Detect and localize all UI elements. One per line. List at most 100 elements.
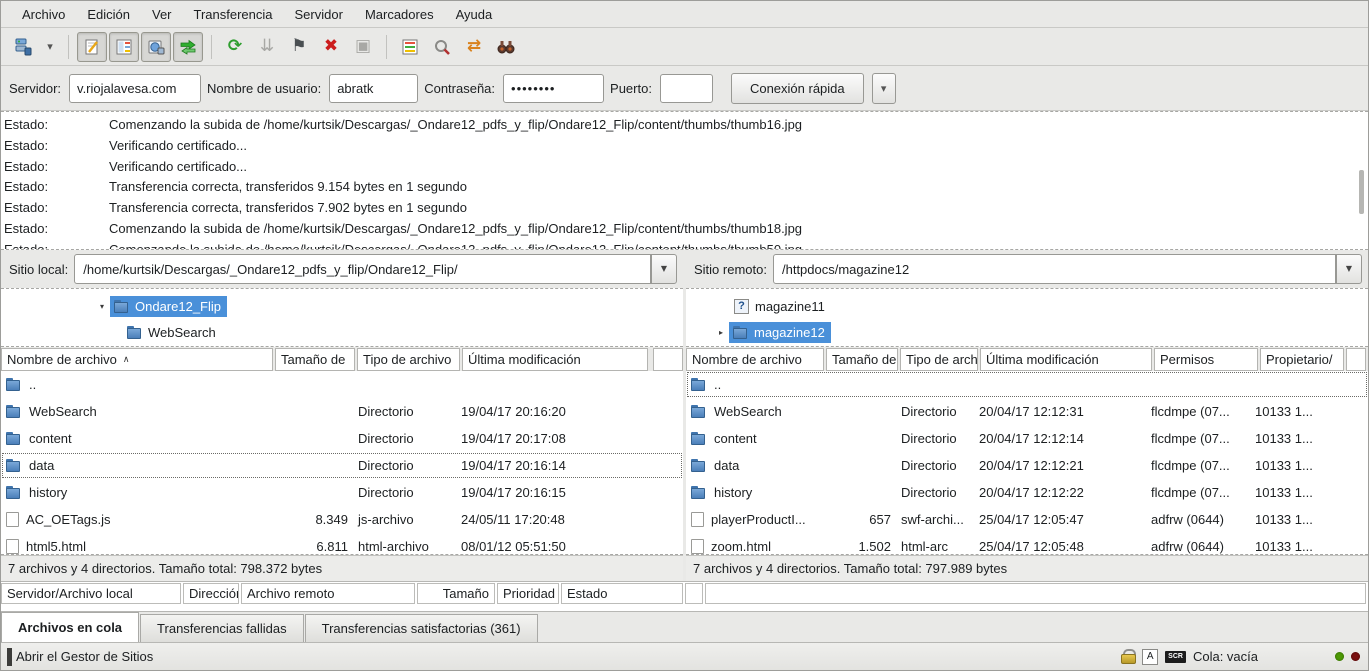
file-owner: 10133 1... (1250, 404, 1334, 419)
log-type: Estado: (1, 157, 109, 178)
column-header-size[interactable]: Tamaño de (275, 348, 355, 371)
remote-file-list[interactable]: .. WebSearch Directorio 20/04/17 12:12:3… (686, 371, 1368, 555)
file-owner: 10133 1... (1250, 431, 1334, 446)
message-log[interactable]: Estado:Comenzando la subida de /home/kur… (1, 111, 1368, 250)
tab-transferencias-fallidas[interactable]: Transferencias fallidas (140, 614, 304, 642)
toggle-transfer-queue-button[interactable] (173, 32, 203, 62)
local-tree-item[interactable]: ▾ Ondare12_Flip (1, 293, 683, 319)
file-row[interactable]: WebSearch Directorio 20/04/17 12:12:31 f… (686, 398, 1368, 425)
file-name: .. (29, 377, 36, 392)
process-queue-button[interactable]: ⇊ (252, 32, 282, 62)
queue-column-status[interactable]: Estado (561, 583, 683, 604)
column-header-modified[interactable]: Última modificación (980, 348, 1152, 371)
menu-marcadores[interactable]: Marcadores (354, 3, 445, 26)
remote-tree-item[interactable]: ?magazine11 (686, 293, 1368, 319)
remote-path-value: /httpdocs/magazine12 (782, 262, 909, 277)
column-header-name[interactable]: Nombre de archivo∧ (1, 348, 273, 371)
queue-column-server[interactable]: Servidor/Archivo local (1, 583, 181, 604)
disconnect-button[interactable]: ✖ (316, 32, 346, 62)
directory-comparison-button[interactable] (427, 32, 457, 62)
local-file-list[interactable]: .. WebSearch Directorio 19/04/17 20:16:2… (1, 371, 683, 555)
statusbar-grip (7, 648, 12, 666)
menu-servidor[interactable]: Servidor (284, 3, 354, 26)
tab-label: Transferencias fallidas (157, 621, 287, 636)
column-header-size[interactable]: Tamaño de (826, 348, 898, 371)
file-row[interactable]: playerProductI... 657 swf-archi... 25/04… (686, 506, 1368, 533)
queue-column-extra[interactable] (685, 583, 703, 604)
queue-column-priority[interactable]: Prioridad (497, 583, 559, 604)
queue-list-empty[interactable] (1, 604, 1368, 612)
column-header-owner[interactable]: Propietario/ (1260, 348, 1344, 371)
file-row-parent-focused[interactable]: .. (686, 371, 1368, 398)
file-row[interactable]: AC_OETags.js 8.349 js-archivo 24/05/11 1… (1, 506, 683, 533)
menu-ver[interactable]: Ver (141, 3, 183, 26)
tab-archivos-en-cola[interactable]: Archivos en cola (1, 612, 139, 642)
file-row[interactable]: data Directorio 20/04/17 12:12:21 flcdmp… (686, 452, 1368, 479)
server-input[interactable]: v.riojalavesa.com (69, 74, 201, 103)
password-value: •••••••• (511, 81, 555, 96)
port-input[interactable] (660, 74, 713, 103)
site-manager-button[interactable] (8, 32, 38, 62)
file-row[interactable]: html5.html 6.811 html-archivo 08/01/12 0… (1, 533, 683, 555)
column-header-extra[interactable] (1346, 348, 1366, 371)
local-path-dropdown[interactable]: ▼ (651, 254, 677, 284)
column-header-perms[interactable]: Permisos (1154, 348, 1258, 371)
site-manager-dropdown[interactable]: ▾ (40, 32, 60, 62)
quickconnect-dropdown[interactable]: ▾ (872, 73, 896, 104)
encryption-lock-icon[interactable] (1121, 649, 1135, 664)
local-tree-item[interactable]: WebSearch (1, 319, 683, 345)
file-row-parent[interactable]: .. (1, 371, 683, 398)
local-path-input[interactable]: /home/kurtsik/Descargas/_Ondare12_pdfs_y… (74, 254, 651, 284)
remote-tree-item[interactable]: ▸ magazine12 (686, 319, 1368, 345)
column-label: Tamaño (443, 586, 489, 601)
menu-ayuda[interactable]: Ayuda (445, 3, 504, 26)
quickconnect-button[interactable]: Conexión rápida (731, 73, 864, 104)
menu-archivo[interactable]: Archivo (11, 3, 76, 26)
queue-column-size[interactable]: Tamaño (417, 583, 495, 604)
file-type: Directorio (896, 404, 974, 419)
toggle-remote-tree-button[interactable] (141, 32, 171, 62)
file-row[interactable]: history Directorio 20/04/17 12:12:22 flc… (686, 479, 1368, 506)
file-row[interactable]: zoom.html 1.502 html-arc 25/04/17 12:05:… (686, 533, 1368, 555)
remote-path-dropdown[interactable]: ▼ (1336, 254, 1362, 284)
transfer-queue-panel: Servidor/Archivo local Dirección Archivo… (1, 581, 1368, 642)
toggle-local-tree-button[interactable] (109, 32, 139, 62)
cancel-operation-button[interactable]: ⚑ (284, 32, 314, 62)
synchronized-browsing-button[interactable]: ⇄ (459, 32, 489, 62)
data-type-indicator-icon[interactable]: A (1142, 649, 1158, 665)
refresh-button[interactable]: ⟳ (220, 32, 250, 62)
file-row[interactable]: history Directorio 19/04/17 20:16:15 (1, 479, 683, 506)
log-scrollbar-thumb[interactable] (1359, 170, 1364, 214)
queue-column-remote-file[interactable]: Archivo remoto (241, 583, 415, 604)
site-manager-icon (13, 37, 33, 57)
column-header-modified[interactable]: Última modificación (462, 348, 648, 371)
toggle-message-log-button[interactable] (77, 32, 107, 62)
file-row[interactable]: content Directorio 20/04/17 12:12:14 flc… (686, 425, 1368, 452)
column-header-type[interactable]: Tipo de archivo (357, 348, 460, 371)
tab-transferencias-satisfactorias[interactable]: Transferencias satisfactorias (361) (305, 614, 538, 642)
expander-icon[interactable]: ▸ (716, 328, 726, 337)
menu-edicion[interactable]: Edición (76, 3, 141, 26)
find-files-button[interactable] (491, 32, 521, 62)
password-input[interactable]: •••••••• (503, 74, 604, 103)
queue-column-direction[interactable]: Dirección (183, 583, 239, 604)
speed-limit-badge-icon[interactable]: SCR (1165, 651, 1186, 663)
column-header-type[interactable]: Tipo de arch (900, 348, 978, 371)
log-scrollbar[interactable] (1355, 112, 1367, 249)
file-modified: 08/01/12 05:51:50 (456, 539, 642, 554)
file-row-focused[interactable]: data Directorio 19/04/17 20:16:14 (1, 452, 683, 479)
filename-filters-button[interactable] (395, 32, 425, 62)
folder-icon (6, 486, 22, 499)
column-header-extra[interactable] (653, 348, 683, 371)
reconnect-button[interactable]: ▣ (348, 32, 378, 62)
file-row[interactable]: WebSearch Directorio 19/04/17 20:16:20 (1, 398, 683, 425)
username-input[interactable]: abratk (329, 74, 418, 103)
column-header-name[interactable]: Nombre de archivo (686, 348, 824, 371)
expander-icon[interactable]: ▾ (97, 302, 107, 311)
remote-path-input[interactable]: /httpdocs/magazine12 (773, 254, 1336, 284)
menu-transferencia[interactable]: Transferencia (183, 3, 284, 26)
column-label: Tipo de archivo (363, 352, 451, 367)
toolbar-separator (386, 35, 387, 59)
server-label: Servidor: (9, 81, 61, 96)
file-row[interactable]: content Directorio 19/04/17 20:17:08 (1, 425, 683, 452)
